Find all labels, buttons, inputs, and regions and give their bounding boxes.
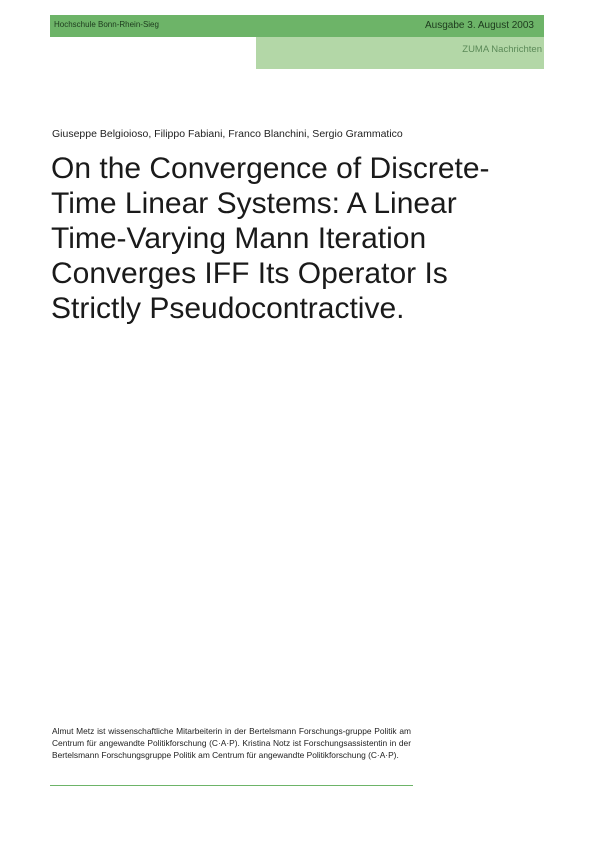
issue-label: Ausgabe 3. August 2003 [425,20,534,31]
author-footnote: Almut Metz ist wissenschaftliche Mitarbe… [52,726,411,761]
institution-label: Hochschule Bonn-Rhein-Sieg [54,20,159,29]
footnote-divider [50,785,413,786]
series-label: ZUMA Nachrichten [462,44,542,55]
paper-title: On the Convergence of Discrete-Time Line… [51,152,490,325]
author-list: Giuseppe Belgioioso, Filippo Fabiani, Fr… [52,128,403,140]
